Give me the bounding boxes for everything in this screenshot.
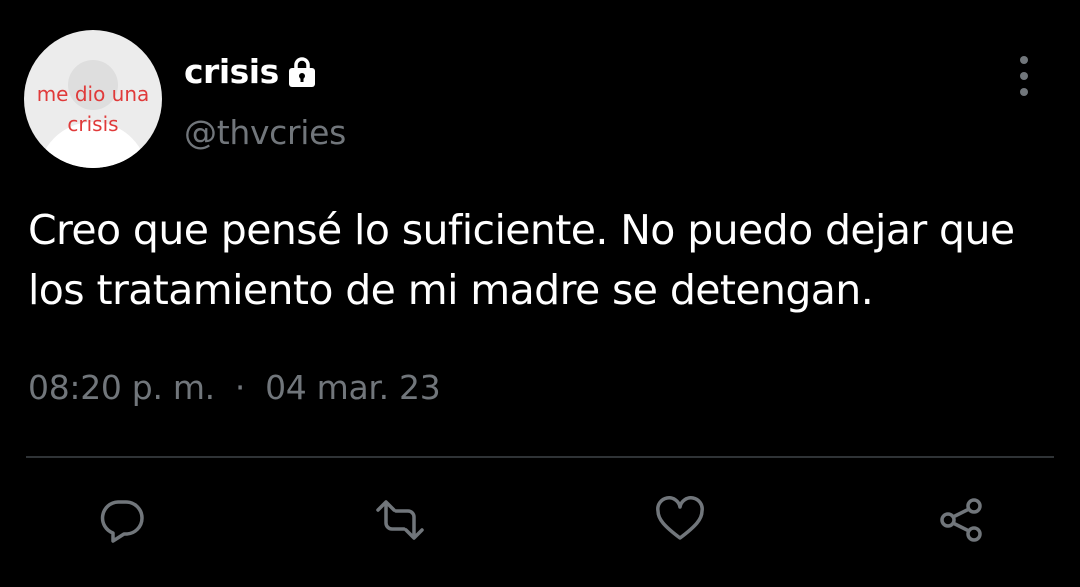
more-dot	[1020, 88, 1028, 96]
reply-button[interactable]	[94, 492, 150, 548]
display-name-row[interactable]: crisis	[184, 52, 317, 91]
tweet-text: Creo que pensé lo suficiente. No puedo d…	[28, 206, 1015, 314]
user-handle[interactable]: @thvcries	[184, 113, 346, 152]
more-dot	[1020, 72, 1028, 80]
reply-icon	[100, 500, 144, 543]
avatar-caption-line2: crisis	[67, 112, 119, 136]
meta-separator: ·	[234, 368, 246, 407]
share-button[interactable]	[934, 492, 990, 548]
avatar-caption-line1: me dio una	[36, 82, 150, 106]
tweet-date[interactable]: 04 mar. 23	[265, 368, 441, 407]
retweet-icon	[376, 500, 424, 540]
tweet-meta: 08:20 p. m. · 04 mar. 23	[28, 368, 441, 407]
display-name[interactable]: crisis	[184, 52, 279, 91]
divider	[26, 456, 1054, 458]
more-options-icon[interactable]	[1008, 56, 1040, 96]
retweet-button[interactable]	[372, 492, 428, 548]
lock-icon	[287, 56, 317, 88]
more-dot	[1020, 56, 1028, 64]
share-icon	[940, 498, 982, 542]
like-button[interactable]	[652, 492, 708, 548]
avatar[interactable]: me dio una crisis	[24, 30, 162, 168]
heart-icon	[656, 496, 704, 540]
tweet-time[interactable]: 08:20 p. m.	[28, 368, 215, 407]
